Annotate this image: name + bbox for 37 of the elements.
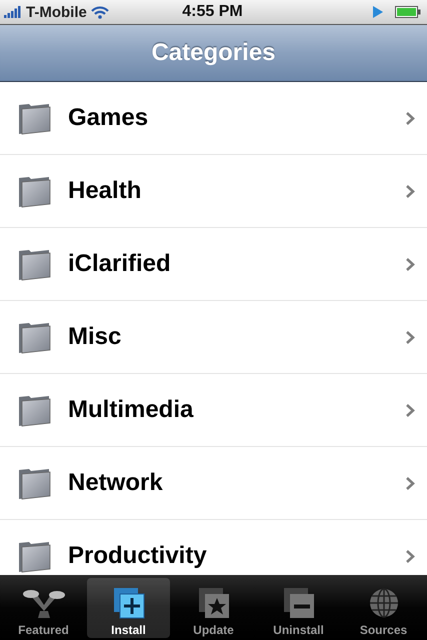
tab[interactable]: Uninstall xyxy=(257,578,340,638)
plus-icon xyxy=(112,587,146,619)
category-label: Health xyxy=(68,177,142,205)
chevron-icon xyxy=(405,476,415,490)
battery-icon xyxy=(395,6,421,18)
tab[interactable]: Update xyxy=(172,578,255,638)
category-label: Network xyxy=(68,469,164,497)
category-row[interactable]: Misc xyxy=(0,301,427,374)
navigation-title: Categories xyxy=(151,39,276,67)
category-row[interactable]: Network xyxy=(0,447,427,520)
category-row[interactable]: iClarified xyxy=(0,228,427,301)
chevron-icon xyxy=(405,110,415,126)
chevron-icon xyxy=(405,330,415,344)
tab[interactable]: Featured xyxy=(2,578,85,638)
chevron-icon xyxy=(405,402,415,418)
tab[interactable]: Install xyxy=(87,578,170,638)
category-label: Productivity xyxy=(68,542,208,570)
spotlight-icon xyxy=(22,589,66,619)
chevron-icon xyxy=(405,256,415,272)
globe-icon xyxy=(368,587,400,619)
category-row[interactable]: Games xyxy=(0,82,427,155)
category-label: Misc xyxy=(68,323,122,351)
star-icon xyxy=(196,587,230,619)
signal-icon xyxy=(4,6,22,18)
chevron-icon xyxy=(405,184,415,198)
clock-time: 4:55 PM xyxy=(182,3,243,21)
carrier-name: T-Mobile xyxy=(26,4,87,20)
category-row[interactable]: Multimedia xyxy=(0,374,427,447)
category-label: Multimedia xyxy=(68,396,194,424)
tab[interactable]: Sources xyxy=(342,578,425,638)
play-icon xyxy=(373,6,383,18)
category-row[interactable]: Health xyxy=(0,155,427,228)
chevron-icon xyxy=(405,548,415,564)
minus-icon xyxy=(282,587,316,619)
wifi-icon xyxy=(90,6,109,18)
category-label: iClarified xyxy=(68,250,172,278)
category-label: Games xyxy=(68,104,150,132)
